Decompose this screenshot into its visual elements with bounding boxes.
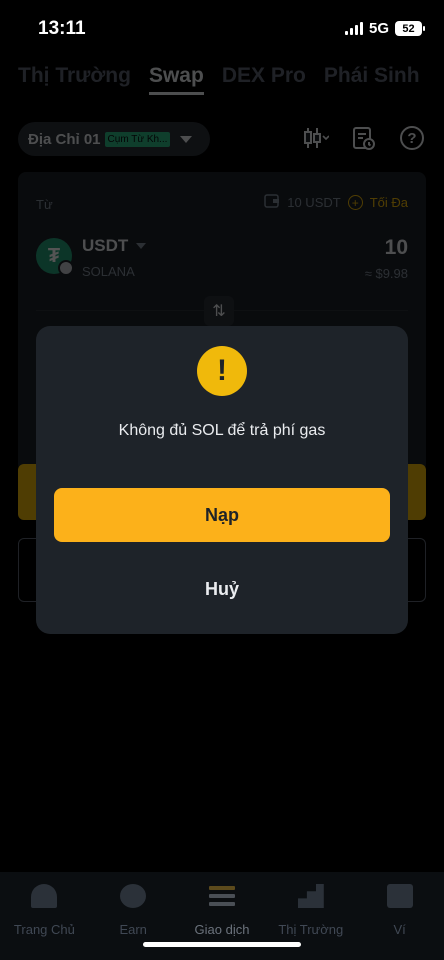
nav-item-home[interactable]: Trang Chủ <box>0 872 89 960</box>
earn-icon <box>120 884 147 908</box>
nav-item-wallet[interactable]: Ví <box>355 872 444 960</box>
tab-market[interactable]: Thị Trường <box>18 64 131 95</box>
tab-dex-pro[interactable]: DEX Pro <box>222 64 306 95</box>
nav-label: Earn <box>119 922 147 937</box>
chain-badge-icon <box>58 260 74 276</box>
chevron-down-icon <box>136 243 147 249</box>
balance-value: 10 USDT <box>287 195 341 210</box>
signal-icon <box>344 22 363 35</box>
wallet-icon <box>386 884 413 908</box>
status-indicators: 5G 52 <box>344 20 425 37</box>
dialog-message: Không đủ SOL để trả phí gas <box>118 422 326 439</box>
nav-label: Ví <box>393 922 406 937</box>
nav-label: Giao dịch <box>194 922 250 937</box>
amount-input[interactable]: 10 <box>385 236 408 260</box>
address-selector[interactable]: Địa Chỉ 01 Cụm Từ Kh... <box>18 122 210 156</box>
deposit-plus-icon[interactable]: + <box>347 195 363 210</box>
status-time: 13:11 <box>38 18 86 39</box>
status-bar: 13:11 5G 52 <box>0 0 444 56</box>
insufficient-gas-dialog: ! Không đủ SOL để trả phí gas Nạp Huỷ <box>36 326 408 634</box>
chevron-down-icon <box>180 135 193 143</box>
header-actions: ? <box>302 124 426 152</box>
from-token-row[interactable]: ₮ USDT SOLANA 10 ≈ $9.98 <box>36 234 408 284</box>
deposit-button[interactable]: Nạp <box>54 488 390 542</box>
svg-text:?: ? <box>407 130 416 147</box>
cancel-button[interactable]: Huỷ <box>54 566 390 612</box>
max-button[interactable]: Tối Đa <box>370 195 408 210</box>
address-tag: Cụm Từ Kh... <box>104 131 171 147</box>
swap-direction-icon[interactable]: ⇅ <box>204 296 234 326</box>
from-label: Từ <box>36 197 53 212</box>
warning-icon: ! <box>197 346 247 396</box>
token-selector[interactable]: USDT <box>82 236 147 256</box>
help-icon[interactable]: ? <box>398 124 426 152</box>
nav-label: Trang Chủ <box>13 922 75 937</box>
amount-usd: ≈ $9.98 <box>364 266 408 281</box>
top-tabs: Thị Trường Swap DEX Pro Phái Sinh <box>18 64 420 95</box>
home-icon <box>31 884 58 908</box>
battery-icon: 52 <box>395 21 425 36</box>
wallet-icon <box>264 194 280 211</box>
candlestick-icon[interactable] <box>302 124 330 152</box>
balance-row: 10 USDT + Tối Đa <box>264 194 408 211</box>
battery-level: 52 <box>402 22 415 35</box>
home-indicator <box>143 942 301 947</box>
address-label: Địa Chỉ 01 <box>28 130 101 148</box>
tab-derivatives[interactable]: Phái Sinh <box>324 64 420 95</box>
trade-icon <box>208 884 235 908</box>
market-icon <box>297 884 324 908</box>
tab-swap[interactable]: Swap <box>148 64 204 95</box>
nav-label: Thị Trường <box>278 922 344 937</box>
order-history-icon[interactable] <box>350 124 378 152</box>
token-chain: SOLANA <box>82 264 135 279</box>
token-symbol: USDT <box>82 236 129 255</box>
network-type: 5G <box>368 20 389 37</box>
